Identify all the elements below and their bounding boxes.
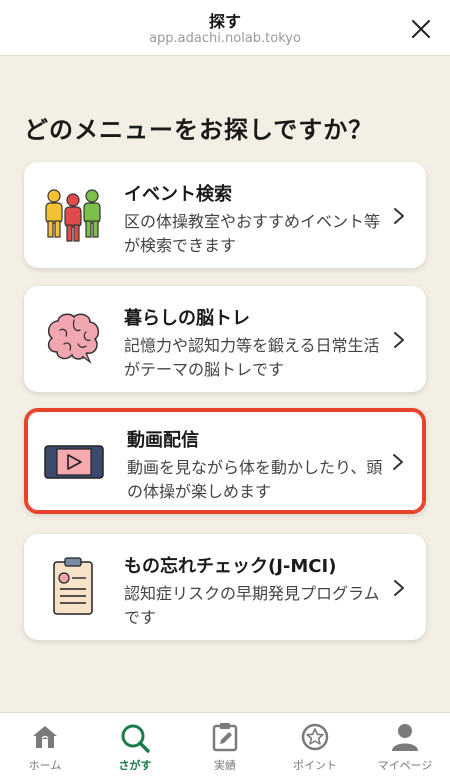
bottom-tab-bar: ホーム さがす 実績 ポイント マイページ — [0, 712, 450, 779]
chevron-right-icon — [394, 332, 404, 348]
video-player-icon — [44, 445, 104, 479]
people-icon — [45, 189, 101, 242]
card-title: もの忘れチェック(J-MCI) — [124, 556, 337, 577]
search-icon — [121, 724, 150, 753]
person-icon — [392, 724, 418, 751]
tab-label: マイページ — [377, 759, 433, 772]
star-coin-icon — [301, 723, 329, 751]
tab-label: 実績 — [214, 759, 236, 772]
page-url: app.adachi.nolab.tokyo — [149, 31, 301, 46]
top-header: 探す app.adachi.nolab.tokyo — [0, 0, 450, 56]
memory-check-card[interactable]: もの忘れチェック(J-MCI) 認知症リスクの早期発見プログラムです — [24, 534, 426, 640]
brain-icon — [47, 313, 100, 365]
page-title: 探す — [208, 12, 241, 31]
menu-heading: どのメニューをお探しですか？ — [24, 116, 374, 144]
clipboard-icon — [53, 557, 93, 615]
card-description: 認知症リスクの早期発見プログラムです — [124, 584, 380, 627]
brain-training-card[interactable]: 暮らしの脳トレ 記憶力や認知力等を鍛える日常生活がテーマの脳トレです — [24, 286, 426, 392]
tab-label: ポイント — [293, 759, 337, 772]
chevron-right-icon — [394, 580, 404, 596]
card-title: 暮らしの脳トレ — [124, 308, 250, 329]
card-description: 記憶力や認知力等を鍛える日常生活がテーマの脳トレです — [124, 336, 380, 379]
card-description: 動画を見ながら体を動かしたり、頭の体操が楽しめます — [127, 458, 383, 501]
clipboard-pen-icon — [212, 723, 238, 752]
close-icon[interactable] — [410, 18, 432, 40]
home-icon — [33, 726, 57, 748]
card-title: 動画配信 — [127, 430, 199, 451]
tab-search[interactable]: さがす — [90, 713, 180, 779]
tab-achievements[interactable]: 実績 — [180, 713, 270, 779]
event-search-card[interactable]: イベント検索 区の体操教室やおすすめイベント等が検索できます — [24, 162, 426, 268]
tab-label: ホーム — [28, 759, 62, 772]
tab-points[interactable]: ポイント — [270, 713, 360, 779]
chevron-right-icon — [394, 208, 404, 224]
tab-label: さがす — [118, 759, 152, 772]
tab-mypage[interactable]: マイページ — [360, 713, 450, 779]
card-title: イベント検索 — [124, 184, 232, 205]
tab-home[interactable]: ホーム — [0, 713, 90, 779]
chevron-right-icon — [393, 454, 403, 470]
video-streaming-card[interactable]: 動画配信 動画を見ながら体を動かしたり、頭の体操が楽しめます — [24, 408, 426, 514]
card-description: 区の体操教室やおすすめイベント等が検索できます — [124, 212, 381, 255]
